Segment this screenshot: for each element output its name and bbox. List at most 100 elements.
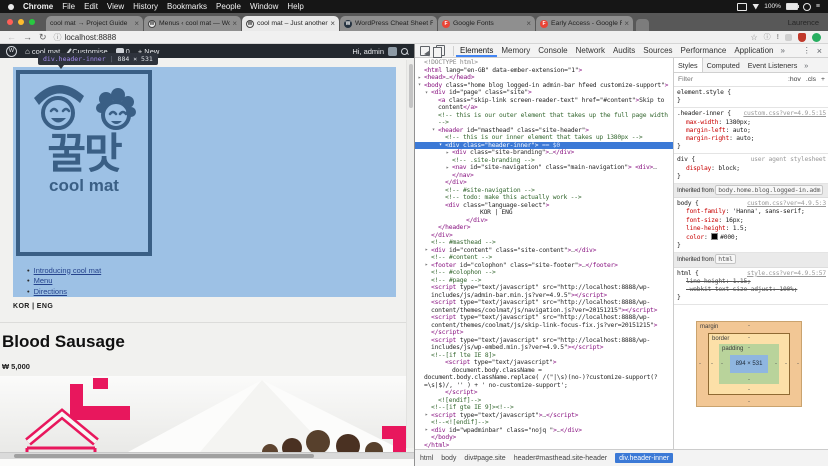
tree-row[interactable]: <!--[if lte IE 8]> bbox=[415, 352, 673, 360]
tab-close-icon[interactable]: × bbox=[134, 19, 139, 28]
styles-filter-input[interactable] bbox=[678, 76, 788, 83]
css-property[interactable]: line-height: 1.15; bbox=[677, 278, 826, 286]
breadcrumb-item[interactable]: div#page.site bbox=[464, 455, 505, 462]
close-window-button[interactable] bbox=[7, 19, 13, 25]
sidebar-tab-event-listeners[interactable]: Event Listeners bbox=[744, 58, 802, 72]
devtools-tab-application[interactable]: Application bbox=[730, 44, 777, 57]
expand-arrow-icon[interactable]: ▸ bbox=[444, 165, 451, 173]
breadcrumb-item[interactable]: header#masthead.site-header bbox=[514, 455, 607, 462]
tree-row[interactable]: ▸<script type="text/javascript">…</scrip… bbox=[415, 412, 673, 420]
tree-row[interactable]: </header> bbox=[415, 224, 673, 232]
breadcrumb-item[interactable]: body bbox=[441, 455, 456, 462]
pseudo-state-toggle[interactable]: :hov bbox=[788, 76, 801, 83]
battery-icon[interactable] bbox=[786, 3, 798, 10]
extension-placeholder-icon[interactable] bbox=[785, 34, 792, 41]
tree-row[interactable]: ▸<head>…</head> bbox=[415, 74, 673, 82]
back-button[interactable]: ← bbox=[7, 33, 16, 42]
new-tab-button[interactable] bbox=[636, 19, 649, 31]
site-nav-link[interactable]: Introducing cool mat bbox=[34, 266, 102, 275]
tree-row[interactable]: <!--<![endif]--> bbox=[415, 419, 673, 427]
breadcrumb-item[interactable]: html bbox=[420, 455, 433, 462]
shield-extension-icon[interactable] bbox=[798, 33, 806, 42]
apple-logo-icon[interactable] bbox=[8, 4, 14, 10]
tree-row[interactable]: ▾<body class="home blog logged-in admin-… bbox=[415, 82, 673, 90]
tree-row[interactable]: <!-- #colophon --> bbox=[415, 269, 673, 277]
page-horizontal-scrollbar-thumb[interactable] bbox=[14, 454, 314, 458]
css-property[interactable]: max-width: 1380px; bbox=[677, 119, 826, 127]
tree-row[interactable]: </div> bbox=[415, 232, 673, 240]
box-model-content[interactable]: 894 × 531 bbox=[730, 355, 768, 373]
menubar-item[interactable]: Chrome bbox=[23, 2, 53, 11]
fullscreen-window-button[interactable] bbox=[29, 19, 35, 25]
tree-row[interactable]: ▸<nav id="site-navigation" class="main-n… bbox=[415, 164, 673, 179]
tree-row[interactable]: <script type="text/javascript" src="http… bbox=[415, 337, 673, 352]
css-property[interactable]: color: #000; bbox=[677, 233, 826, 242]
inherited-from-node[interactable]: html bbox=[715, 254, 736, 264]
color-swatch[interactable] bbox=[711, 233, 718, 240]
menubar-item[interactable]: History bbox=[133, 2, 158, 11]
tree-row[interactable]: <!DOCTYPE html> bbox=[415, 59, 673, 67]
info-extension-icon[interactable]: ⓘ bbox=[764, 34, 771, 41]
wp-greeting[interactable]: Hi, admin bbox=[352, 47, 384, 56]
css-property[interactable]: margin-right: auto; bbox=[677, 135, 826, 143]
devtools-tab-sources[interactable]: Sources bbox=[639, 44, 676, 57]
tree-row[interactable]: <!-- #masthead --> bbox=[415, 239, 673, 247]
css-property[interactable]: line-height: 1.5; bbox=[677, 225, 826, 233]
inspect-element-icon[interactable] bbox=[420, 46, 430, 56]
search-icon[interactable] bbox=[401, 48, 408, 55]
site-logo[interactable]: 꿀맛 cool mat bbox=[16, 70, 152, 256]
style-rule[interactable]: custom.css?ver=4.9.5:3body {font-family:… bbox=[674, 198, 828, 253]
browser-tab[interactable]: FGoogle Fonts× bbox=[438, 16, 535, 31]
css-property[interactable]: font-family: 'Hanna', sans-serif; bbox=[677, 208, 826, 216]
tree-row[interactable]: <script type="text/javascript" src="http… bbox=[415, 284, 673, 299]
tree-row[interactable]: ▸<footer id="colophon" class="site-foote… bbox=[415, 262, 673, 270]
inherited-from-node[interactable]: body.home.blog.logged-in.adm bbox=[715, 185, 823, 195]
class-toggle[interactable]: .cls bbox=[806, 76, 816, 83]
devtools-tab-performance[interactable]: Performance bbox=[677, 44, 731, 57]
tree-row[interactable]: </div> bbox=[415, 217, 673, 225]
style-rule[interactable]: style.css?ver=4.9.5:57html {line-height:… bbox=[674, 268, 828, 306]
site-nav-link[interactable]: Directions bbox=[34, 287, 67, 296]
tree-row[interactable]: ▸<div id="wpadminbar" class="nojq ">…</d… bbox=[415, 427, 673, 435]
tree-row[interactable]: ▸<div id="content" class="site-content">… bbox=[415, 247, 673, 255]
bookmark-star-icon[interactable]: ☆ bbox=[750, 33, 757, 42]
admin-avatar[interactable] bbox=[388, 47, 397, 56]
browser-tab[interactable]: WWordPress Cheat Sheet For D bbox=[340, 16, 437, 31]
device-toolbar-icon[interactable] bbox=[436, 45, 445, 56]
tab-close-icon[interactable]: × bbox=[526, 19, 531, 28]
reload-button[interactable]: ↻ bbox=[39, 33, 47, 42]
devtools-tab-network[interactable]: Network bbox=[572, 44, 609, 57]
site-info-icon[interactable]: ⓘ bbox=[54, 32, 62, 43]
css-property[interactable]: display: block; bbox=[677, 165, 826, 173]
tree-row[interactable]: <!-- #site-navigation --> bbox=[415, 187, 673, 195]
tree-row[interactable]: <html lang="en-GB" data-ember-extension=… bbox=[415, 67, 673, 75]
style-rule[interactable]: user agent stylesheetdiv {display: block… bbox=[674, 154, 828, 184]
menubar-item[interactable]: Bookmarks bbox=[167, 2, 207, 11]
wifi-icon[interactable] bbox=[752, 4, 759, 10]
rule-source-link[interactable]: style.css?ver=4.9.5:57 bbox=[747, 270, 826, 278]
tree-row[interactable]: <!-- .site-branding --> bbox=[415, 157, 673, 165]
language-select[interactable]: KOR | ENG bbox=[13, 303, 53, 310]
tree-row[interactable]: KOR | ENG bbox=[415, 209, 673, 217]
tree-row[interactable]: ▸<div class="site-branding">…</div> bbox=[415, 149, 673, 157]
chrome-profile-name[interactable]: Laurence bbox=[788, 18, 819, 27]
box-model-diagram[interactable]: margin----border----padding----894 × 531 bbox=[696, 321, 802, 407]
green-extension-icon[interactable] bbox=[812, 33, 821, 42]
display-icon[interactable] bbox=[737, 3, 747, 11]
minimize-window-button[interactable] bbox=[18, 19, 24, 25]
close-devtools-icon[interactable]: × bbox=[817, 46, 822, 56]
notification-center-icon[interactable]: ≡ bbox=[816, 3, 820, 10]
style-rule[interactable]: element.style {} bbox=[674, 87, 828, 108]
new-style-rule-button[interactable]: + bbox=[821, 76, 825, 83]
sidebar-tab-computed[interactable]: Computed bbox=[703, 58, 744, 72]
css-property[interactable]: margin-left: auto; bbox=[677, 127, 826, 135]
tree-row[interactable]: document.body.className = bbox=[415, 367, 673, 375]
page-vertical-scrollbar[interactable] bbox=[406, 60, 414, 448]
menubar-item[interactable]: File bbox=[62, 2, 75, 11]
tree-row[interactable]: </script> bbox=[415, 389, 673, 397]
rule-source-link[interactable]: custom.css?ver=4.9.5:3 bbox=[747, 200, 826, 208]
devtools-tab-console[interactable]: Console bbox=[534, 44, 571, 57]
devtools-tab-memory[interactable]: Memory bbox=[497, 44, 534, 57]
tree-row[interactable]: </html> bbox=[415, 442, 673, 450]
menubar-item[interactable]: Help bbox=[287, 2, 303, 11]
